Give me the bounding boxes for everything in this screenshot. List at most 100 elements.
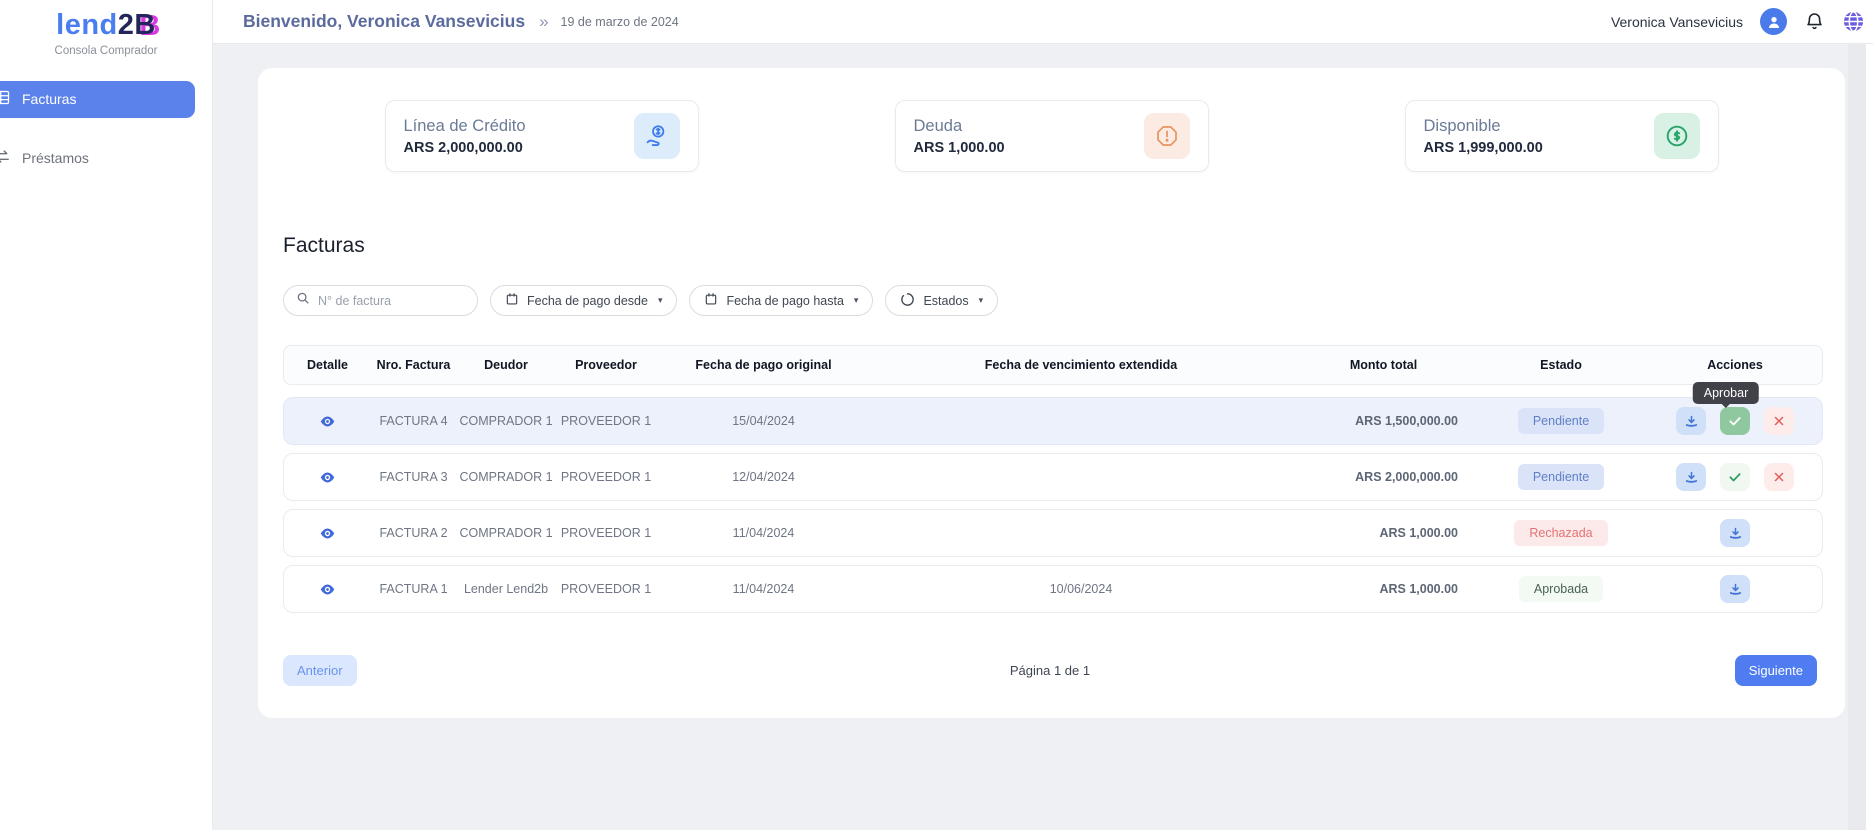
stat-card-deuda: Deuda ARS 1,000.00 — [895, 100, 1209, 172]
download-icon — [1728, 526, 1743, 541]
next-page-button[interactable]: Siguiente — [1735, 655, 1817, 686]
eye-icon — [319, 469, 336, 486]
stat-label: Línea de Crédito — [404, 117, 526, 136]
table-row-factura-4[interactable]: FACTURA 4 COMPRADOR 1 PROVEEDOR 1 15/04/… — [283, 397, 1823, 445]
chevron-down-icon: ▾ — [979, 295, 984, 306]
calendar-icon — [704, 292, 718, 309]
view-detail-button[interactable] — [319, 413, 336, 430]
status-badge: Rechazada — [1514, 520, 1607, 546]
calendar-icon — [505, 292, 519, 309]
column-header: Detalle — [284, 358, 371, 372]
cell-monto: ARS 1,000.00 — [1291, 582, 1476, 596]
reject-button[interactable] — [1764, 407, 1794, 435]
loader-circle-icon — [900, 292, 915, 310]
reject-button[interactable] — [1764, 463, 1794, 491]
cell-monto: ARS 2,000,000.00 — [1291, 470, 1476, 484]
download-button[interactable] — [1676, 407, 1706, 435]
content-card: Línea de Crédito ARS 2,000,000.00 Deuda … — [258, 68, 1845, 718]
logo-2: 2 — [118, 9, 135, 41]
table-row-factura-1[interactable]: FACTURA 1 Lender Lend2b PROVEEDOR 1 11/0… — [283, 565, 1823, 613]
cell-deudor: COMPRADOR 1 — [456, 414, 556, 428]
status-badge: Pendiente — [1518, 464, 1604, 490]
table-row-factura-3[interactable]: FACTURA 3 COMPRADOR 1 PROVEEDOR 1 12/04/… — [283, 453, 1823, 501]
column-header: Deudor — [456, 358, 556, 372]
stat-value: ARS 2,000,000.00 — [404, 140, 526, 156]
app-screen: lend2B Consola Comprador Facturas Présta… — [0, 0, 1873, 830]
vertical-scrollbar[interactable] — [1848, 44, 1866, 830]
sidebar-nav: Facturas Préstamos — [0, 81, 212, 177]
sidebar-item-label: Facturas — [22, 91, 76, 107]
cell-nro-factura: FACTURA 3 — [371, 470, 456, 484]
check-icon — [1728, 414, 1742, 428]
sidebar-item-facturas[interactable]: Facturas — [0, 81, 195, 118]
language-globe-icon[interactable] — [1842, 10, 1865, 33]
stat-label: Deuda — [914, 117, 1005, 136]
eye-icon — [319, 413, 336, 430]
x-icon — [1773, 471, 1785, 483]
main-area: Línea de Crédito ARS 2,000,000.00 Deuda … — [213, 44, 1873, 830]
page-info: Página 1 de 1 — [283, 663, 1817, 678]
filters-row: Fecha de pago desde ▾ Fecha de pago hast… — [283, 285, 998, 316]
x-icon — [1773, 415, 1785, 427]
cell-fecha-pago: 11/04/2024 — [656, 582, 871, 596]
filter-fecha-desde-button[interactable]: Fecha de pago desde ▾ — [490, 285, 677, 316]
status-badge: Pendiente — [1518, 408, 1604, 434]
cell-monto: ARS 1,000.00 — [1291, 526, 1476, 540]
download-icon — [1728, 582, 1743, 597]
cell-nro-factura: FACTURA 2 — [371, 526, 456, 540]
header-right: Veronica Vansevicius — [1611, 8, 1865, 35]
brand-subtitle: Consola Comprador — [0, 45, 212, 57]
cell-nro-factura: FACTURA 1 — [371, 582, 456, 596]
stat-card-disponible: Disponible ARS 1,999,000.00 — [1405, 100, 1719, 172]
download-icon — [1684, 470, 1699, 485]
scrollbar-gutter — [1866, 44, 1873, 830]
invoice-search-field[interactable] — [283, 285, 478, 316]
transfer-arrows-icon — [0, 148, 11, 168]
cell-fecha-pago: 11/04/2024 — [656, 526, 871, 540]
coin-dollar-icon — [1654, 113, 1700, 159]
column-header: Fecha de pago original — [656, 358, 871, 372]
column-header: Estado — [1476, 358, 1646, 372]
filter-estados-button[interactable]: Estados ▾ — [885, 285, 998, 316]
sidebar-item-prestamos[interactable]: Préstamos — [0, 140, 195, 177]
stat-label: Disponible — [1424, 117, 1543, 136]
pagination: Anterior Página 1 de 1 Siguiente — [283, 655, 1817, 686]
download-button[interactable] — [1676, 463, 1706, 491]
column-header: Acciones — [1646, 358, 1824, 372]
status-badge: Aprobada — [1519, 576, 1603, 602]
view-detail-button[interactable] — [319, 525, 336, 542]
cell-deudor: COMPRADOR 1 — [456, 526, 556, 540]
notifications-bell-icon[interactable] — [1804, 11, 1825, 32]
welcome-title: Bienvenido, Veronica Vansevicius — [243, 11, 525, 32]
cell-deudor: Lender Lend2b — [456, 582, 556, 596]
stat-value: ARS 1,999,000.00 — [1424, 140, 1543, 156]
brand-logo: lend2B — [0, 10, 212, 42]
alert-octagon-icon — [1144, 113, 1190, 159]
stats-row: Línea de Crédito ARS 2,000,000.00 Deuda … — [258, 100, 1845, 172]
view-detail-button[interactable] — [319, 469, 336, 486]
filter-fecha-hasta-button[interactable]: Fecha de pago hasta ▾ — [689, 285, 873, 316]
check-icon — [1728, 470, 1742, 484]
view-detail-button[interactable] — [319, 581, 336, 598]
aprobar-tooltip: Aprobar — [1693, 382, 1759, 404]
column-header: Fecha de vencimiento extendida — [871, 358, 1291, 372]
user-avatar[interactable] — [1760, 8, 1787, 35]
search-input[interactable] — [318, 294, 465, 308]
cell-proveedor: PROVEEDOR 1 — [556, 582, 656, 596]
hand-coin-icon — [634, 113, 680, 159]
stat-value: ARS 1,000.00 — [914, 140, 1005, 156]
cell-nro-factura: FACTURA 4 — [371, 414, 456, 428]
table-row-factura-2[interactable]: FACTURA 2 COMPRADOR 1 PROVEEDOR 1 11/04/… — [283, 509, 1823, 557]
cell-fecha-pago: 12/04/2024 — [656, 470, 871, 484]
download-icon — [1684, 414, 1699, 429]
eye-icon — [319, 581, 336, 598]
download-button[interactable] — [1720, 519, 1750, 547]
approve-button[interactable] — [1720, 407, 1750, 435]
header-date: 19 de marzo de 2024 — [561, 15, 679, 29]
approve-button[interactable] — [1720, 463, 1750, 491]
cell-proveedor: PROVEEDOR 1 — [556, 470, 656, 484]
user-name: Veronica Vansevicius — [1611, 14, 1743, 30]
logo-lend: lend — [56, 9, 118, 41]
download-button[interactable] — [1720, 575, 1750, 603]
chevron-double-right-icon: » — [539, 12, 548, 32]
